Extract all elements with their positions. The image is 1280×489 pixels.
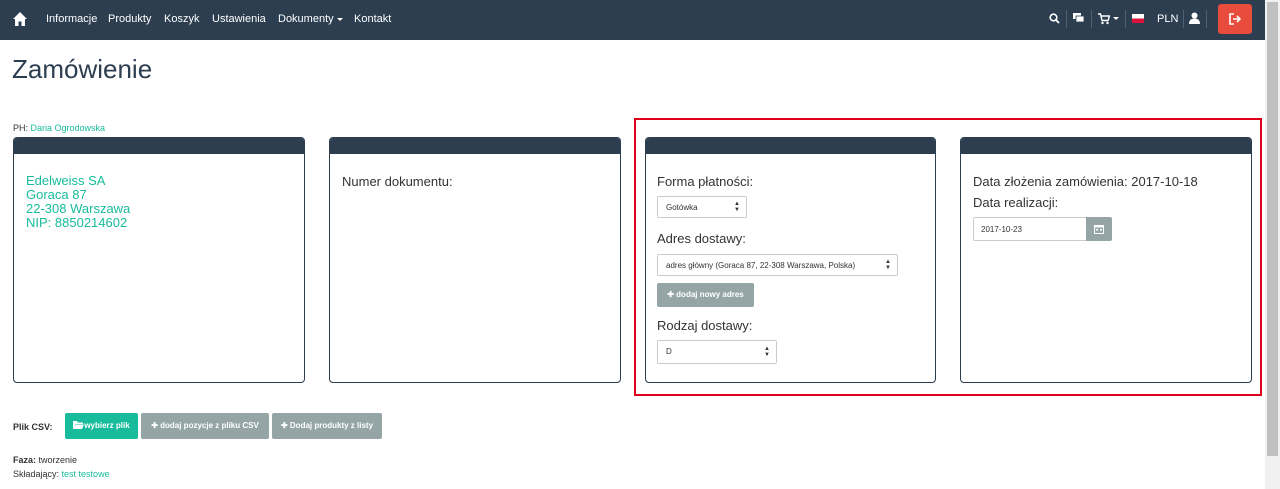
csv-label: Plik CSV: [13,422,53,432]
nav-divider [1066,10,1067,28]
client-address: Edelweiss SA Goraca 87 22-308 Warszawa N… [26,174,130,230]
user-icon[interactable] [1189,12,1200,24]
client-nip: NIP: 8850214602 [26,215,128,230]
nav-divider [1091,10,1092,28]
phase-value: tworzenie [38,455,78,465]
client-city: 22-308 Warszawa [26,201,131,216]
document-panel: Numer dokumentu: [329,137,621,383]
author-link[interactable]: test testowe [62,469,110,479]
phase-line: Faza: tworzenie [13,455,77,465]
sales-rep-link[interactable]: Daria Ogrodowska [31,123,106,133]
home-icon[interactable] [12,11,28,27]
currency-selector[interactable]: PLN [1157,13,1178,25]
nav-dokumenty[interactable]: Dokumenty [278,13,343,25]
author-label: Składający: [13,469,60,479]
nav-divider [1183,10,1184,28]
nav-kontakt[interactable]: Kontakt [354,13,391,25]
phase-label: Faza: [13,455,37,465]
document-number-label: Numer dokumentu: [342,174,453,189]
add-from-csv-label: dodaj pozycje z pliku CSV [160,421,259,430]
cart-dropdown[interactable] [1098,12,1119,30]
vertical-scrollbar[interactable] [1265,0,1280,489]
scrollbar-thumb[interactable] [1267,2,1278,456]
logout-icon [1229,13,1241,25]
nav-produkty[interactable]: Produkty [108,13,151,25]
add-from-list-button[interactable]: ✚ Dodaj produkty z listy [272,413,382,439]
chat-icon[interactable] [1073,12,1085,24]
poland-flag-icon[interactable] [1132,14,1144,23]
client-panel: Edelweiss SA Goraca 87 22-308 Warszawa N… [13,137,305,383]
plus-icon: ✚ [280,421,288,430]
cart-icon [1098,13,1111,25]
nav-koszyk[interactable]: Koszyk [164,13,199,25]
chevron-down-icon [1113,17,1119,20]
nav-informacje[interactable]: Informacje [46,13,97,25]
page-title: Zamówienie [12,54,153,84]
search-icon[interactable] [1049,13,1060,24]
nav-divider [1206,10,1207,28]
client-name: Edelweiss SA [26,173,106,188]
panel-header [330,138,620,154]
add-from-csv-button[interactable]: ✚ dodaj pozycje z pliku CSV [141,413,269,439]
plus-icon: ✚ [151,421,158,430]
highlight-box [634,118,1262,396]
ph-label: PH: [13,123,29,133]
logout-button[interactable] [1218,4,1252,34]
top-navbar: Informacje Produkty Koszyk Ustawienia Do… [0,0,1265,40]
choose-file-button[interactable]: wybierz plik [65,413,138,439]
folder-open-icon [73,421,85,429]
client-street: Goraca 87 [26,187,87,202]
nav-divider [1125,10,1126,28]
choose-file-label: wybierz plik [84,421,130,430]
sales-rep-line: PH: Daria Ogrodowska [13,123,105,133]
chevron-down-icon [336,17,343,21]
panel-header [14,138,304,154]
nav-dokumenty-label: Dokumenty [278,13,334,25]
author-line: Składający: test testowe [13,469,110,479]
nav-ustawienia[interactable]: Ustawienia [212,13,266,25]
add-from-list-label: Dodaj produkty z listy [289,421,374,430]
